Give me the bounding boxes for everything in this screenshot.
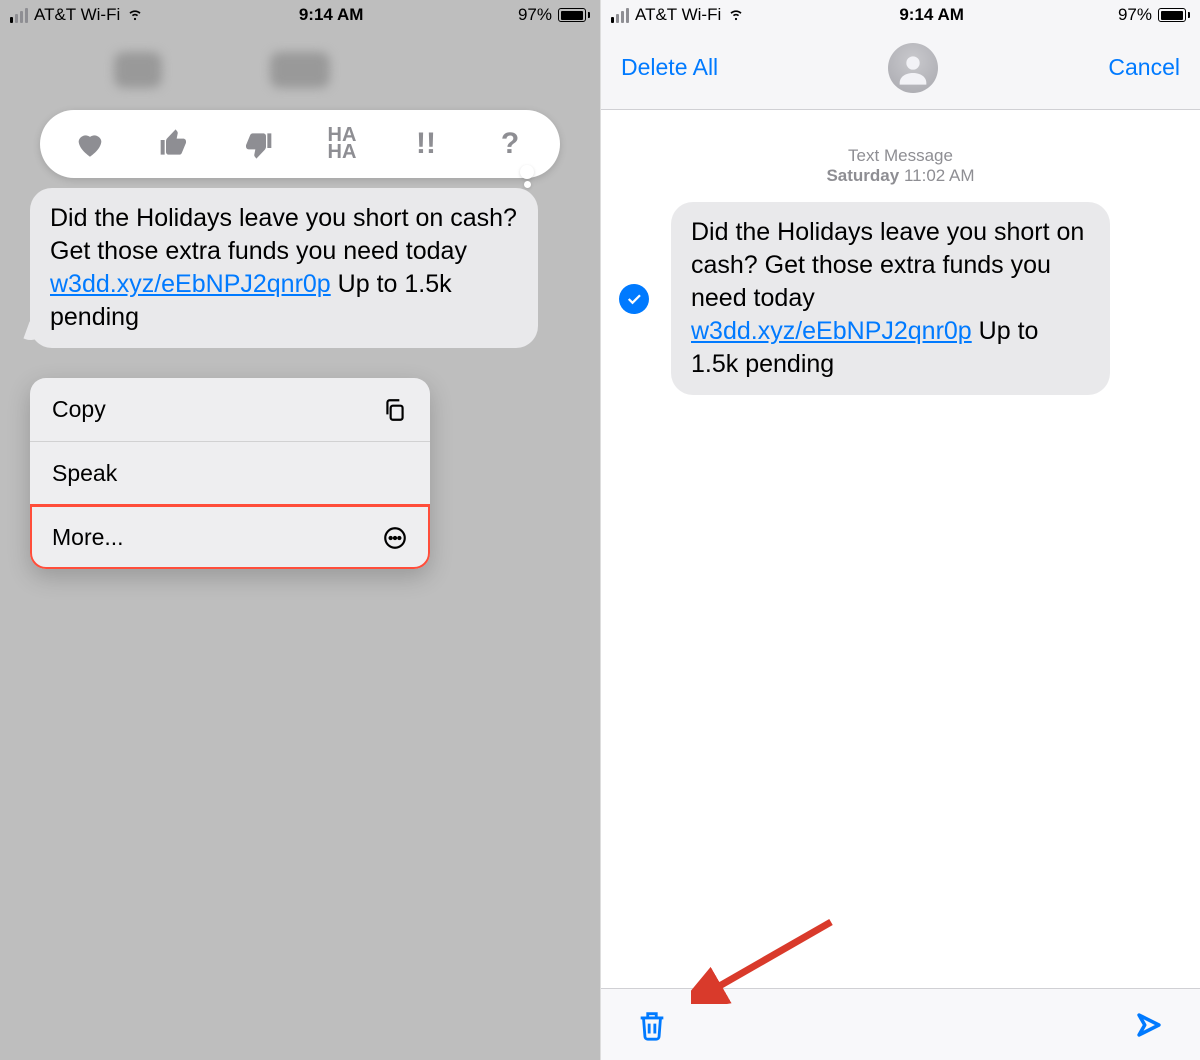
message-bubble[interactable]: Did the Holidays leave you short on cash… xyxy=(30,188,538,348)
more-icon xyxy=(382,525,408,551)
delete-all-button[interactable]: Delete All xyxy=(621,54,718,81)
thumbs-up-icon[interactable] xyxy=(152,122,196,166)
message-link[interactable]: w3dd.xyz/eEbNPJ2qnr0p xyxy=(691,317,972,345)
screen-context-menu: AT&T Wi-Fi 9:14 AM 97% xyxy=(0,0,600,1060)
trash-icon[interactable] xyxy=(635,1008,669,1042)
wifi-icon xyxy=(727,4,745,27)
selectable-message-row[interactable]: Did the Holidays leave you short on cash… xyxy=(601,186,1200,395)
message-time: 11:02 AM xyxy=(904,166,975,185)
message-day: Saturday xyxy=(826,166,899,185)
cellular-signal-icon xyxy=(10,8,28,23)
message-meta: Text Message Saturday 11:02 AM xyxy=(601,146,1200,186)
message-link[interactable]: w3dd.xyz/eEbNPJ2qnr0p xyxy=(50,270,331,298)
context-menu: Copy Speak More... xyxy=(30,378,430,569)
exclaim-icon[interactable]: !! xyxy=(404,122,448,166)
battery-icon xyxy=(558,8,590,22)
copy-icon xyxy=(382,397,408,423)
message-text-1: Did the Holidays leave you short on cash… xyxy=(50,204,517,265)
edit-toolbar xyxy=(601,988,1200,1060)
battery-pct: 97% xyxy=(518,5,552,25)
haha-icon[interactable]: HAHA xyxy=(320,122,364,166)
cancel-button[interactable]: Cancel xyxy=(1108,54,1180,81)
menu-copy[interactable]: Copy xyxy=(30,378,430,441)
question-icon[interactable]: ? xyxy=(488,122,532,166)
status-bar: AT&T Wi-Fi 9:14 AM 97% xyxy=(601,0,1200,30)
screen-select-mode: AT&T Wi-Fi 9:14 AM 97% Delete All Cancel… xyxy=(600,0,1200,1060)
menu-speak[interactable]: Speak xyxy=(30,441,430,505)
message-bubble[interactable]: Did the Holidays leave you short on cash… xyxy=(671,202,1110,395)
message-type-label: Text Message xyxy=(601,146,1200,166)
cellular-signal-icon xyxy=(611,8,629,23)
share-icon[interactable] xyxy=(1132,1008,1166,1042)
battery-pct: 97% xyxy=(1118,5,1152,25)
blurred-nav-header xyxy=(0,30,600,110)
menu-copy-label: Copy xyxy=(52,396,106,423)
edit-mode-header: Delete All Cancel xyxy=(601,30,1200,110)
status-bar: AT&T Wi-Fi 9:14 AM 97% xyxy=(0,0,600,30)
selection-check-icon[interactable] xyxy=(619,284,649,314)
menu-more-label: More... xyxy=(52,524,124,551)
tapback-reactions: HAHA !! ? xyxy=(0,110,600,178)
status-time: 9:14 AM xyxy=(899,5,964,25)
carrier-label: AT&T Wi-Fi xyxy=(34,5,120,25)
battery-icon xyxy=(1158,8,1190,22)
heart-icon[interactable] xyxy=(68,122,112,166)
wifi-icon xyxy=(126,4,144,27)
menu-more[interactable]: More... xyxy=(30,505,430,569)
menu-speak-label: Speak xyxy=(52,460,117,487)
thumbs-down-icon[interactable] xyxy=(236,122,280,166)
carrier-label: AT&T Wi-Fi xyxy=(635,5,721,25)
message-text-1: Did the Holidays leave you short on cash… xyxy=(691,218,1084,312)
status-time: 9:14 AM xyxy=(299,5,364,25)
contact-avatar[interactable] xyxy=(888,43,938,93)
